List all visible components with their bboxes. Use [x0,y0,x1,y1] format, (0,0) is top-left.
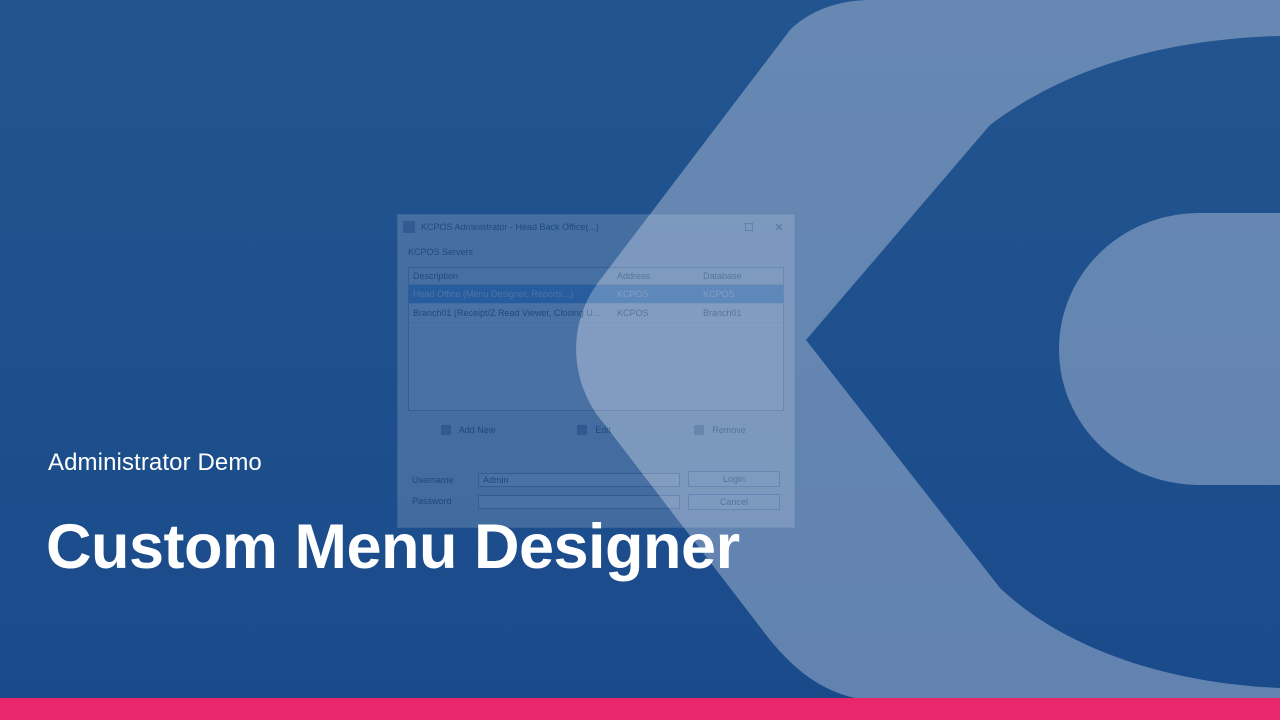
close-icon[interactable]: ✕ [764,221,794,234]
subtitle: Administrator Demo [48,449,262,476]
cell-address: KCPOS [617,308,649,318]
maximize-icon[interactable]: ☐ [734,221,764,234]
servers-group-label: KCPOS Servers [408,247,474,257]
cell-address: KCPOS [617,289,649,299]
cell-description: Head Office (Menu Designer, Reports...) [413,289,574,299]
add-icon [440,425,451,435]
password-field[interactable] [478,495,680,509]
edit-label: Edit [595,425,611,435]
column-database[interactable]: Database [699,271,783,281]
edit-button[interactable]: Edit [534,421,654,439]
cell-description: Branch01 (Receipt/Z Read Viewer, Closing… [413,308,601,318]
add-new-button[interactable]: Add New [408,421,528,439]
list-header: Description Address Database [409,268,783,285]
app-window-preview: KCPOS Administrator - Head Back Office(.… [397,214,795,528]
remove-label: Remove [712,425,746,435]
bottom-accent-bar [0,698,1280,720]
password-label: Password [412,496,452,506]
cell-database: KCPOS [703,289,735,299]
username-label: Username [412,475,454,485]
column-address[interactable]: Address [613,271,699,281]
username-field[interactable]: Admin [478,473,680,487]
login-button[interactable]: Login [688,471,780,487]
servers-list[interactable]: Description Address Database Head Office… [408,267,784,411]
table-row[interactable]: Branch01 (Receipt/Z Read Viewer, Closing… [409,304,783,323]
window-title: KCPOS Administrator - Head Back Office(.… [421,222,599,232]
cell-database: Branch01 [703,308,742,318]
app-icon [403,221,415,233]
window-titlebar: KCPOS Administrator - Head Back Office(.… [398,215,794,239]
edit-icon [577,425,588,435]
remove-icon [694,425,705,435]
add-new-label: Add New [458,425,496,435]
table-row[interactable]: Head Office (Menu Designer, Reports...) … [409,285,783,304]
column-description[interactable]: Description [409,271,613,281]
logo-ring-inner-shape [1059,213,1280,485]
remove-button[interactable]: Remove [660,421,780,439]
cancel-button[interactable]: Cancel [688,494,780,510]
page-title: Custom Menu Designer [46,512,740,582]
